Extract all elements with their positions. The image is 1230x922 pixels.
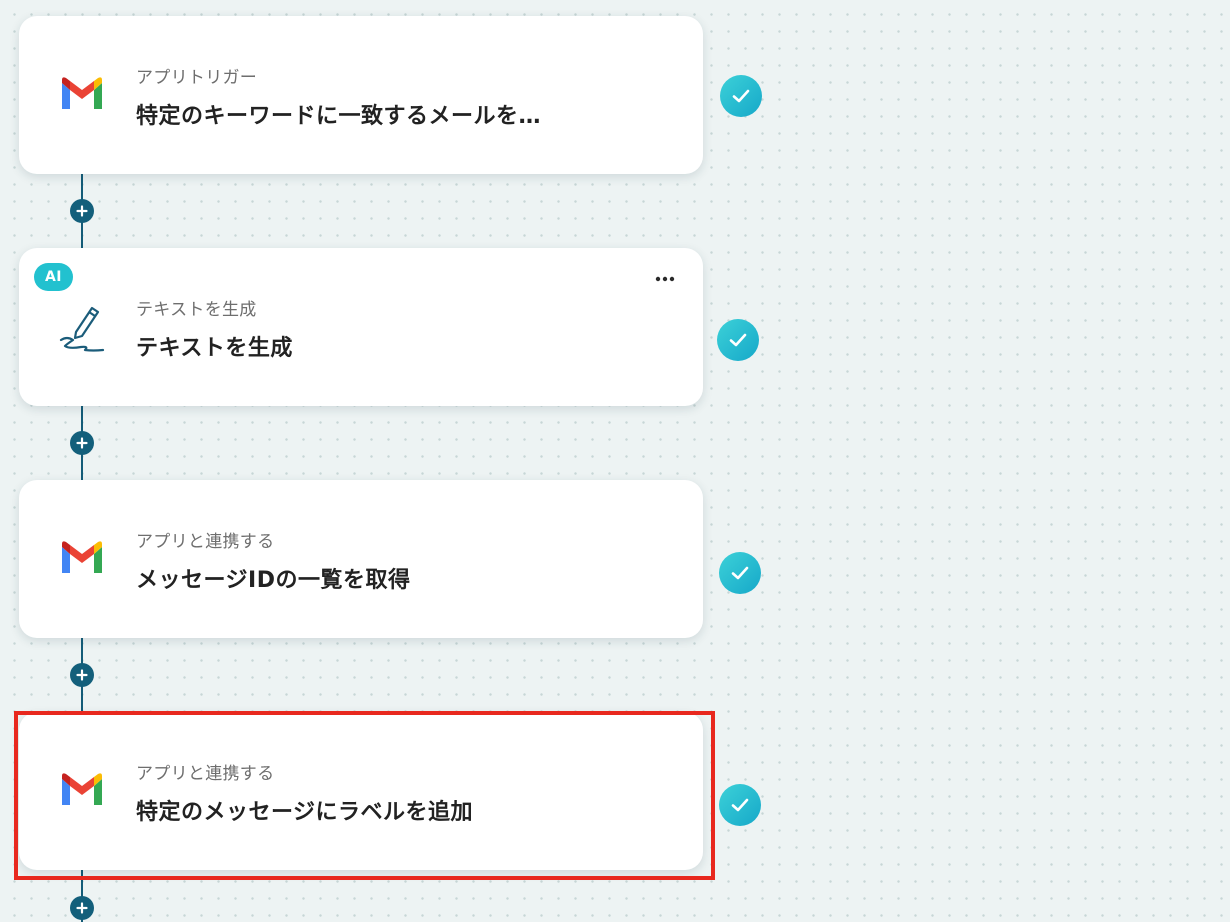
add-step-button[interactable] — [70, 199, 94, 223]
step-complete-badge — [720, 75, 762, 117]
step-type-label: アプリと連携する — [136, 532, 275, 552]
check-icon — [729, 333, 747, 347]
add-step-button[interactable] — [70, 431, 94, 455]
add-step-button[interactable] — [70, 663, 94, 687]
step-complete-badge — [719, 784, 761, 826]
plus-icon — [76, 437, 88, 449]
more-options-button[interactable] — [651, 268, 679, 290]
flow-step-card-add-label[interactable]: アプリと連携する 特定のメッセージにラベルを追加 — [19, 712, 703, 870]
gmail-icon — [62, 77, 102, 109]
pen-icon — [59, 306, 105, 352]
gmail-icon — [62, 541, 102, 573]
more-horizontal-icon — [655, 276, 675, 282]
step-title: 特定のキーワードに一致するメールを… — [136, 104, 542, 129]
add-step-button[interactable] — [70, 896, 94, 920]
flow-step-card-get-message-ids[interactable]: アプリと連携する メッセージIDの一覧を取得 — [19, 480, 703, 638]
step-type-label: テキストを生成 — [136, 300, 257, 320]
plus-icon — [76, 669, 88, 681]
step-type-label: アプリトリガー — [136, 68, 258, 88]
gmail-icon — [62, 773, 102, 805]
step-type-label: アプリと連携する — [136, 764, 275, 784]
step-complete-badge — [717, 319, 759, 361]
check-icon — [731, 798, 749, 812]
flow-step-card-ai-text[interactable]: AI テキストを生成 テキストを生成 — [19, 248, 703, 406]
step-complete-badge — [719, 552, 761, 594]
step-title: メッセージIDの一覧を取得 — [136, 568, 411, 593]
flow-step-card-trigger[interactable]: アプリトリガー 特定のキーワードに一致するメールを… — [19, 16, 703, 174]
plus-icon — [76, 205, 88, 217]
ai-badge: AI — [34, 263, 73, 291]
plus-icon — [76, 902, 88, 914]
check-icon — [731, 566, 749, 580]
check-icon — [732, 89, 750, 103]
step-title: 特定のメッセージにラベルを追加 — [136, 800, 474, 825]
step-title: テキストを生成 — [136, 336, 293, 361]
